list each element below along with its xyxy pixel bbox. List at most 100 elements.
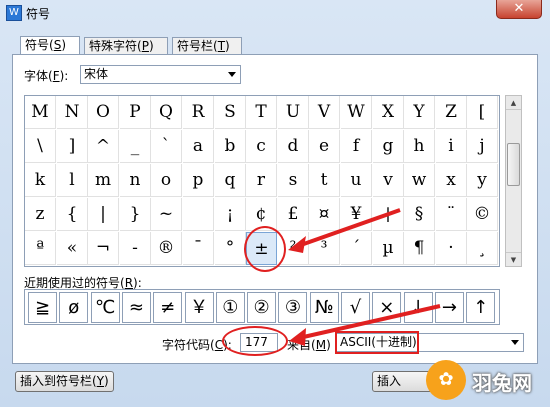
symbol-cell[interactable]: { [57, 198, 88, 231]
symbol-cell[interactable]: o [151, 164, 182, 197]
symbol-cell[interactable]: y [467, 164, 498, 197]
symbol-cell[interactable]: ¬ [88, 232, 119, 265]
recent-symbol-cell[interactable]: ≠ [153, 292, 183, 323]
recent-symbol-cell[interactable]: ø [59, 292, 89, 323]
recent-symbol-cell[interactable]: × [372, 292, 402, 323]
symbol-cell[interactable]: N [57, 96, 88, 129]
symbol-cell[interactable]: ª [25, 232, 56, 265]
symbol-cell[interactable]: - [120, 232, 151, 265]
symbol-cell[interactable]: h [404, 130, 435, 163]
symbol-cell[interactable]: ° [215, 232, 246, 265]
insert-to-symbol-bar-button[interactable]: 插入到符号栏(Y) [15, 371, 114, 392]
recent-symbol-cell[interactable]: ① [215, 292, 245, 323]
recent-symbol-cell[interactable]: ② [247, 292, 277, 323]
symbol-cell[interactable]: P [120, 96, 151, 129]
symbol-cell[interactable]: } [120, 198, 151, 231]
symbol-cell[interactable]: b [215, 130, 246, 163]
symbol-cell[interactable]: r [246, 164, 277, 197]
symbol-cell[interactable]: ¥ [341, 198, 372, 231]
symbol-cell[interactable]: w [404, 164, 435, 197]
scroll-up-arrow-icon[interactable]: ▲ [506, 96, 521, 110]
symbol-cell[interactable]: ´ [341, 232, 372, 265]
symbol-cell[interactable]: ¤ [309, 198, 340, 231]
symbol-cell[interactable]: ¡ [215, 198, 246, 231]
symbol-cell[interactable]: ~ [151, 198, 182, 231]
symbol-cell[interactable]: Y [404, 96, 435, 129]
symbol-cell[interactable]: \ [25, 130, 56, 163]
font-select[interactable]: 宋体 [80, 65, 241, 84]
symbol-cell[interactable]: ^ [88, 130, 119, 163]
symbol-dialog: W 符号 ✕ 符号(S) 特殊字符(P) 符号栏(T) 字体(F): 宋体 MN… [0, 0, 550, 407]
symbol-cell[interactable]: Z [436, 96, 467, 129]
symbol-cell[interactable]: V [309, 96, 340, 129]
recent-symbol-cell[interactable]: √ [341, 292, 370, 323]
symbol-cell[interactable]: s [278, 164, 309, 197]
symbol-cell[interactable]: M [25, 96, 56, 129]
symbol-cell[interactable]: ] [57, 130, 88, 163]
symbol-cell[interactable]: O [88, 96, 119, 129]
title-bar: W 符号 ✕ [0, 0, 550, 26]
scroll-thumb[interactable] [507, 143, 520, 186]
from-label-key: M [315, 338, 327, 352]
symbol-cell[interactable]: S [215, 96, 246, 129]
recent-symbol-cell[interactable]: ↓ [403, 292, 433, 323]
symbol-cell[interactable]: m [88, 164, 119, 197]
symbol-cell[interactable]: _ [120, 130, 151, 163]
recent-symbol-cell[interactable]: ≈ [121, 292, 151, 323]
symbol-cell[interactable]: v [373, 164, 404, 197]
symbol-cell[interactable]: T [246, 96, 277, 129]
close-button[interactable]: ✕ [496, 0, 542, 19]
symbol-cell[interactable]: § [404, 198, 435, 231]
symbol-cell[interactable]: i [436, 130, 467, 163]
symbol-cell[interactable]: u [341, 164, 372, 197]
symbol-cell[interactable]: z [25, 198, 56, 231]
symbol-cell[interactable]: c [246, 130, 277, 163]
symbol-cell[interactable]: a [183, 130, 214, 163]
symbol-cell[interactable]: ¶ [404, 232, 435, 265]
symbol-cell[interactable]: ` [151, 130, 182, 163]
recent-symbol-cell[interactable]: → [434, 292, 464, 323]
symbol-cell[interactable]: t [309, 164, 340, 197]
symbol-cell[interactable]: g [373, 130, 404, 163]
symbol-cell[interactable] [183, 198, 214, 231]
symbol-cell[interactable]: « [57, 232, 88, 265]
tab-symbols[interactable]: 符号(S) [20, 36, 80, 55]
symbol-cell[interactable]: x [436, 164, 467, 197]
symbol-cell[interactable]: © [467, 198, 498, 231]
tab-symbol-bar[interactable]: 符号栏(T) [172, 37, 242, 55]
recent-symbol-cell[interactable]: ③ [278, 292, 308, 323]
symbol-cell[interactable]: | [88, 198, 119, 231]
symbol-cell[interactable]: p [183, 164, 214, 197]
symbol-cell[interactable]: l [57, 164, 88, 197]
recent-symbol-cell[interactable]: № [309, 292, 339, 323]
symbol-cell[interactable]: q [215, 164, 246, 197]
recent-symbol-cell[interactable]: ↑ [466, 292, 496, 323]
scroll-down-arrow-icon[interactable]: ▼ [506, 252, 521, 266]
symbol-cell[interactable]: [ [467, 96, 498, 129]
recent-symbol-cell[interactable]: ≧ [28, 292, 57, 323]
symbol-cell[interactable]: µ [373, 232, 404, 265]
symbol-cell[interactable]: ¸ [467, 232, 498, 265]
grid-scrollbar[interactable]: ▲ ▼ [505, 95, 522, 267]
symbol-cell[interactable]: X [373, 96, 404, 129]
symbol-cell[interactable]: ¦ [373, 198, 404, 231]
symbol-cell[interactable]: R [183, 96, 214, 129]
symbol-cell[interactable]: j [467, 130, 498, 163]
symbol-cell[interactable]: ³ [309, 232, 340, 265]
symbol-cell[interactable]: £ [278, 198, 309, 231]
symbol-cell[interactable]: n [120, 164, 151, 197]
symbol-cell[interactable]: f [341, 130, 372, 163]
symbol-cell[interactable]: e [309, 130, 340, 163]
symbol-cell[interactable]: Q [151, 96, 182, 129]
symbol-cell[interactable]: U [278, 96, 309, 129]
symbol-cell[interactable]: d [278, 130, 309, 163]
symbol-cell[interactable]: · [436, 232, 467, 265]
symbol-cell[interactable]: ¯ [183, 232, 214, 265]
symbol-cell[interactable]: W [341, 96, 372, 129]
symbol-cell[interactable]: ¨ [436, 198, 467, 231]
symbol-cell[interactable]: ® [151, 232, 182, 265]
tab-special-chars[interactable]: 特殊字符(P) [84, 37, 168, 55]
recent-symbol-cell[interactable]: ℃ [90, 292, 120, 323]
symbol-cell[interactable]: k [25, 164, 56, 197]
recent-symbol-cell[interactable]: ￥ [184, 292, 214, 323]
